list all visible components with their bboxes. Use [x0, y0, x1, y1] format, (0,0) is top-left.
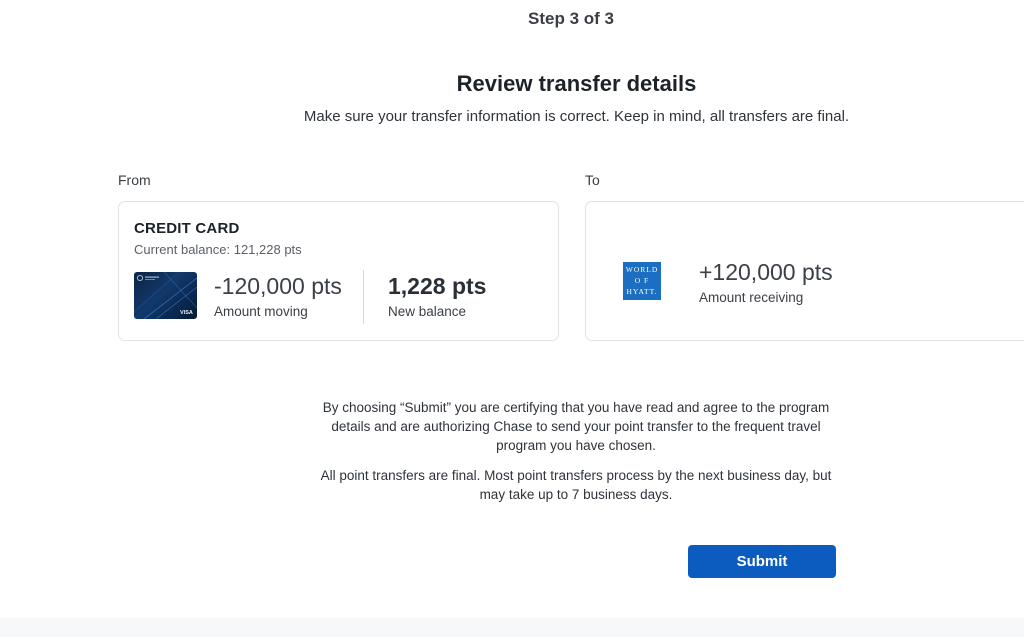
certification-text: By choosing “Submit” you are certifying … [322, 400, 830, 453]
step-indicator: Step 3 of 3 [528, 9, 614, 28]
from-label: From [118, 172, 151, 188]
new-balance-value: 1,228 pts [388, 273, 487, 299]
from-account-panel: CREDIT CARD Current balance: 121,228 pts… [118, 201, 559, 341]
new-balance-label: New balance [388, 304, 467, 319]
amount-moving-value: -120,000 pts [214, 273, 342, 299]
amount-receiving-value: +120,000 pts [699, 259, 833, 285]
transfer-final-text: All point transfers are final. Most poin… [320, 468, 832, 502]
transfer-review-page: Step 3 of 3 Review transfer details Make… [0, 0, 1024, 637]
amount-moving-label: Amount moving [214, 304, 308, 319]
source-account-name: CREDIT CARD [134, 220, 240, 237]
page-title: Review transfer details [456, 71, 697, 96]
submit-button[interactable]: Submit [688, 545, 836, 578]
footer-band [0, 618, 1024, 637]
to-program-panel: WORLD O F HYATT. +120,000 pts Amount rec… [585, 201, 1024, 341]
world-of-hyatt-logo: WORLD O F HYATT. [623, 262, 661, 300]
page-subtitle: Make sure your transfer information is c… [303, 108, 850, 125]
divider [363, 270, 364, 324]
amount-receiving-label: Amount receiving [699, 290, 804, 305]
svg-text:VISA: VISA [180, 310, 193, 316]
to-label: To [585, 172, 600, 188]
current-balance: Current balance: 121,228 pts [134, 242, 302, 257]
credit-card-image: VISA [134, 272, 197, 319]
